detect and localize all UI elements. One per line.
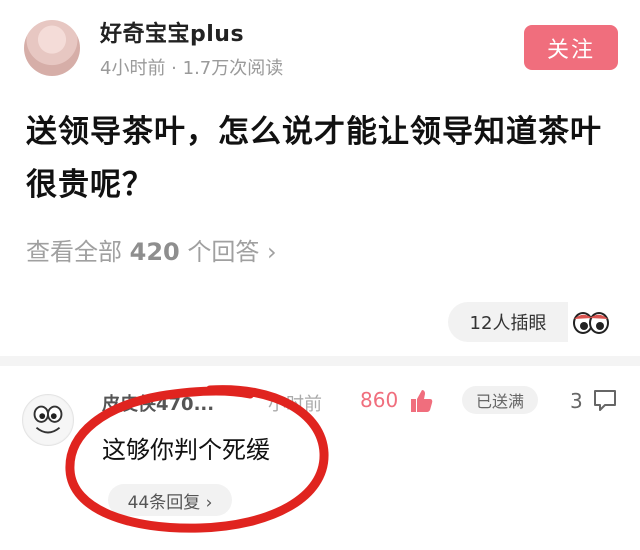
comment-icon[interactable] (592, 387, 618, 413)
follow-button[interactable]: 关注 (524, 25, 618, 70)
comment-text: 这够你判个死缓 (102, 436, 270, 464)
view-all-answers-link[interactable]: 查看全部 420 个回答 › (26, 232, 277, 267)
comment-time: 小时前 (268, 394, 322, 415)
author-avatar[interactable] (24, 20, 80, 76)
post-screen: 好奇宝宝plus 4小时前 · 1.7万次阅读 关注 送领导茶叶，怎么说才能让领… (0, 0, 640, 550)
commenter-avatar[interactable] (22, 394, 74, 446)
reply-count: 3 (570, 389, 583, 413)
commenter-name[interactable]: 皮皮侠470... (102, 390, 214, 416)
author-name[interactable]: 好奇宝宝plus (100, 16, 244, 48)
eyes-icon[interactable] (570, 306, 612, 338)
watchers-pill[interactable]: 12人插眼 (448, 302, 568, 342)
section-divider (0, 356, 640, 366)
view-all-suffix: 个回答 › (187, 238, 277, 266)
answers-count: 420 (129, 238, 180, 266)
question-title: 送领导茶叶，怎么说才能让领导知道茶叶很贵呢？ (26, 114, 602, 203)
post-meta: 4小时前 · 1.7万次阅读 (100, 58, 284, 79)
view-replies-button[interactable]: 44条回复 › (108, 484, 232, 516)
reward-tag[interactable]: 已送满 (462, 386, 538, 414)
thumbs-up-icon[interactable] (408, 388, 434, 414)
like-count: 860 (360, 388, 399, 412)
view-all-prefix: 查看全部 (26, 238, 122, 266)
